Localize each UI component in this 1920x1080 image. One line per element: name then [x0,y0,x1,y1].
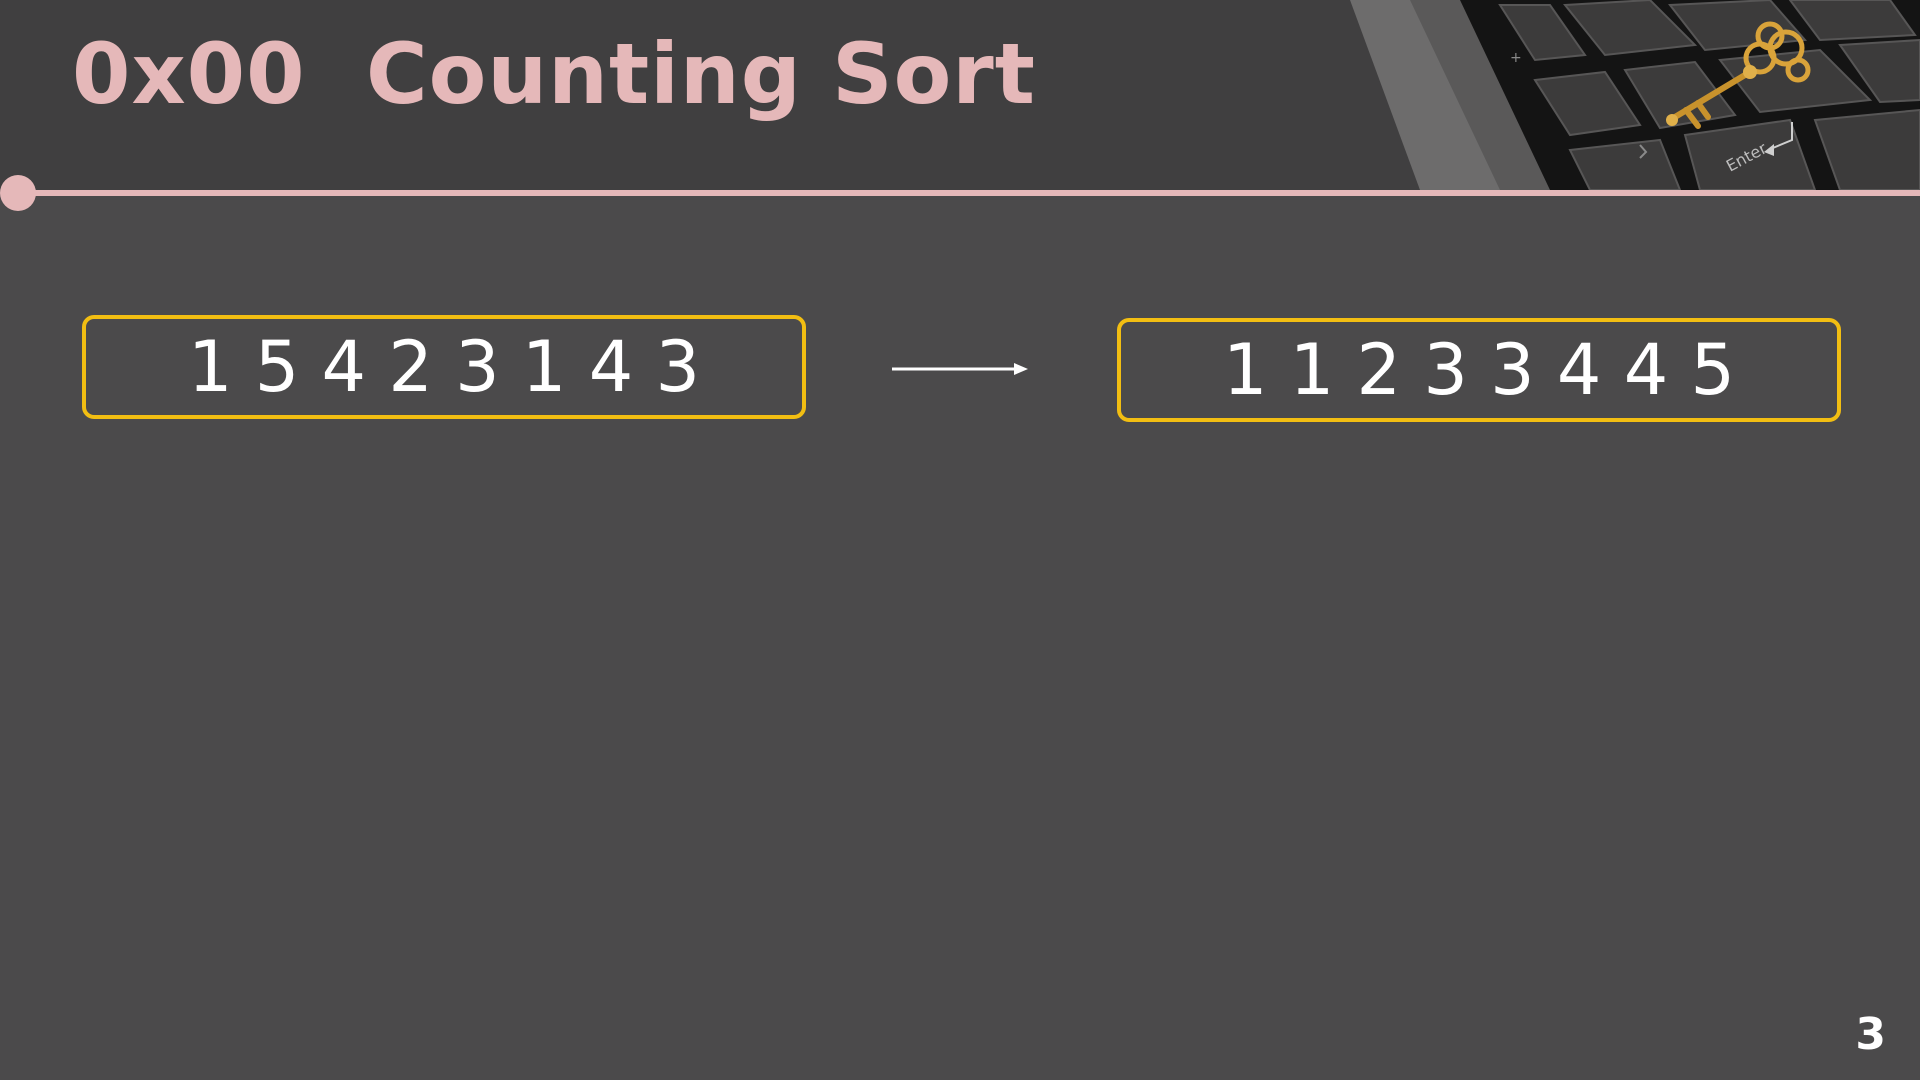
svg-text:+: + [1510,50,1522,66]
right-arrow-icon [892,363,1028,375]
slide: 0x00 Counting Sort Enter + 1 5 4 2 3 1 4… [0,0,1920,1080]
sorted-sequence-box: 1 1 2 3 3 4 4 5 [1117,318,1841,422]
unsorted-sequence: 1 5 4 2 3 1 4 3 [187,326,701,408]
keyboard-key-image: Enter + [1350,0,1920,190]
page-number: 3 [1855,1009,1886,1060]
divider-dot [0,175,36,211]
header-divider [16,190,1920,196]
sorted-sequence: 1 1 2 3 3 4 4 5 [1222,329,1736,411]
unsorted-sequence-box: 1 5 4 2 3 1 4 3 [82,315,806,419]
slide-header: 0x00 Counting Sort Enter + [0,0,1920,190]
slide-title: 0x00 Counting Sort [72,25,1036,123]
